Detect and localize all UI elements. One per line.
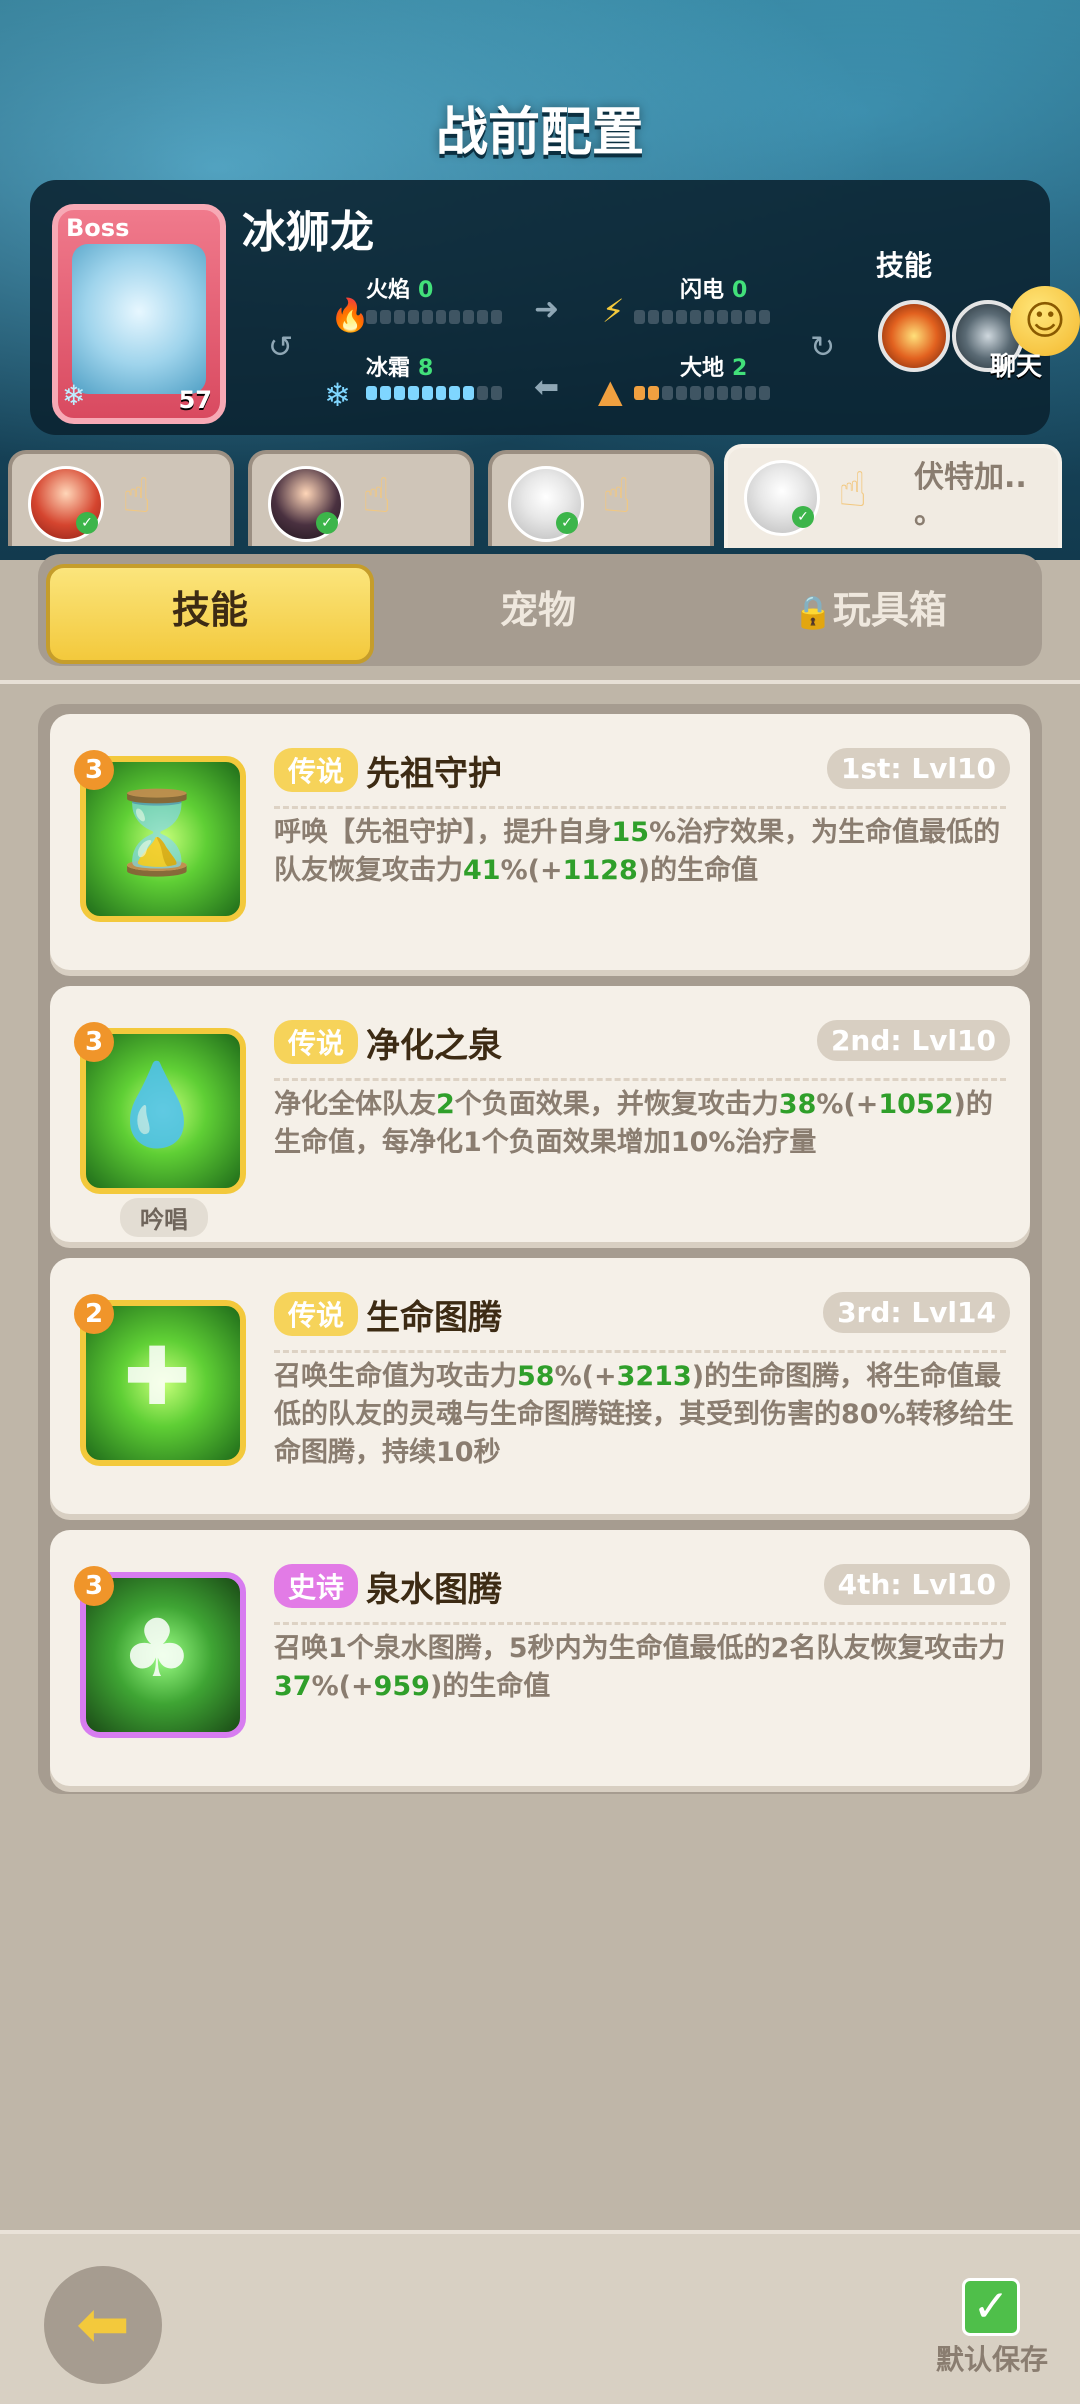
boss-tag: Boss — [66, 214, 130, 242]
skill-description: 净化全体队友2个负面效果，并恢复攻击力38%(+1052)的生命值，每净化1个负… — [274, 1089, 993, 1158]
default-save-label: 默认保存 — [936, 2343, 1049, 2376]
hand-pointer-icon: ☝ — [362, 468, 392, 524]
frost-bar — [366, 386, 503, 400]
boss-level: 57 — [178, 386, 212, 414]
slot-badge: 3rd: Lvl14 — [823, 1292, 1010, 1333]
earth-bar — [634, 386, 771, 400]
boss-skills-label: 技能 — [876, 249, 933, 282]
skill-level-badge: 3 — [74, 750, 114, 790]
slot-badge: 2nd: Lvl10 — [816, 1020, 1010, 1061]
bottom-bar: ⬅ ✓ 默认保存 — [0, 2230, 1080, 2404]
stat-fire: 火焰 0 — [366, 278, 434, 303]
chant-badge: 吟唱 — [120, 1198, 208, 1237]
chat-button[interactable]: ☺ 聊天 — [990, 286, 1080, 382]
skill-level-badge: 3 — [74, 1566, 114, 1606]
rarity-badge: 史诗 — [274, 1564, 359, 1608]
hero-tab-3[interactable]: ✓ ☝ — [488, 450, 714, 546]
fire-icon: 🔥 — [330, 296, 370, 334]
chat-label: 聊天 — [990, 352, 1043, 382]
skill-card-1[interactable]: ⌛ 3 传说 先祖守护 1st: Lvl10 呼唤【先祖守护】，提升自身15%治… — [50, 714, 1030, 970]
check-icon: ✓ — [556, 512, 578, 534]
skill-card-2[interactable]: 💧 3 吟唱 传说 净化之泉 2nd: Lvl10 净化全体队友2个负面效果，并… — [50, 986, 1030, 1242]
skill-level-badge: 3 — [74, 1022, 114, 1062]
lock-icon: 🔒 — [793, 593, 833, 631]
hero-tab-2[interactable]: ✓ ☝ — [248, 450, 474, 546]
stat-frost: 冰霜 8 — [366, 356, 434, 381]
dashed-divider — [274, 1078, 1006, 1081]
slot-badge: 4th: Lvl10 — [823, 1564, 1010, 1605]
arrow-right-icon: ➜ — [534, 292, 560, 327]
earth-icon: ▲ — [598, 372, 623, 410]
hero-tab-1[interactable]: ✓ ☝ — [8, 450, 234, 546]
ice-lion-portrait — [72, 244, 206, 394]
page-title: 战前配置 — [435, 103, 644, 163]
boss-name: 冰狮龙 — [242, 207, 374, 258]
hero-tab-4[interactable]: ✓ ☝ 伏特加.. 。 — [724, 444, 1062, 548]
dashed-divider — [274, 1622, 1006, 1625]
skill-name: 先祖守护 — [366, 754, 502, 794]
skill-card-3[interactable]: ✚ 2 传说 生命图腾 3rd: Lvl14 召唤生命值为攻击力58%(+321… — [50, 1258, 1030, 1514]
default-save-checkbox[interactable]: ✓ — [962, 2278, 1020, 2336]
arrow-left-icon: ⬅ — [534, 370, 560, 405]
skill-description: 呼唤【先祖守护】，提升自身15%治疗效果，为生命值最低的队友恢复攻击力41%(+… — [274, 817, 1001, 886]
skill-description: 召唤生命值为攻击力58%(+3213)的生命图腾，将生命值最低的队友的灵魂与生命… — [274, 1361, 1014, 1468]
boss-panel: Boss ❄ 57 冰狮龙 ↺ 火焰 0 🔥 ➜ 闪电 0 ⚡ 冰霜 8 ❄ ⬅ 大地… — [30, 180, 1050, 435]
rarity-badge: 传说 — [274, 1020, 359, 1064]
skill-description: 召唤1个泉水图腾，5秒内为生命值最低的2名队友恢复攻击力37%(+959)的生命… — [274, 1633, 1006, 1702]
stat-earth: 大地 2 — [680, 356, 748, 381]
hand-pointer-icon: ☝ — [838, 462, 868, 518]
check-icon: ✓ — [316, 512, 338, 534]
divider — [0, 680, 1080, 684]
skill-level-badge: 2 — [74, 1294, 114, 1334]
skill-name: 生命图腾 — [366, 1298, 502, 1338]
lightning-icon: ⚡ — [602, 292, 625, 330]
back-arrow-icon: ⬅ — [76, 2288, 130, 2362]
rarity-badge: 传说 — [274, 1292, 359, 1336]
check-icon: ✓ — [76, 512, 98, 534]
tab-skills[interactable]: 技能 — [46, 564, 374, 664]
back-button[interactable]: ⬅ — [44, 2266, 162, 2384]
cycle-arrow-icon: ↺ — [268, 330, 294, 365]
dashed-divider — [274, 806, 1006, 809]
skill-card-4[interactable]: ♣ 3 史诗 泉水图腾 4th: Lvl10 召唤1个泉水图腾，5秒内为生命值最… — [50, 1530, 1030, 1786]
hero-name: 伏特加.. 。 — [914, 460, 1027, 531]
skill-name: 净化之泉 — [366, 1026, 502, 1066]
boss-skill-fire-orb[interactable] — [878, 300, 950, 372]
lightning-bar — [634, 310, 771, 324]
config-tab-bar: 技能 宠物 🔒玩具箱 — [38, 554, 1042, 666]
rarity-badge: 传说 — [274, 748, 359, 792]
dashed-divider — [274, 1350, 1006, 1353]
hand-pointer-icon: ☝ — [602, 468, 632, 524]
stat-lightning: 闪电 0 — [680, 278, 748, 303]
boss-card[interactable]: Boss ❄ 57 — [52, 204, 226, 424]
tab-toybox[interactable]: 🔒玩具箱 — [710, 564, 1030, 656]
snowflake-icon: ❄ — [324, 376, 351, 414]
cycle-arrow-icon: ↻ — [810, 330, 836, 365]
slot-badge: 1st: Lvl10 — [826, 748, 1010, 789]
tab-pets[interactable]: 宠物 — [378, 564, 698, 656]
hand-pointer-icon: ☝ — [122, 468, 152, 524]
skill-name: 泉水图腾 — [366, 1570, 502, 1610]
fire-bar — [366, 310, 503, 324]
check-icon: ✓ — [792, 506, 814, 528]
snowflake-icon: ❄ — [62, 379, 86, 412]
